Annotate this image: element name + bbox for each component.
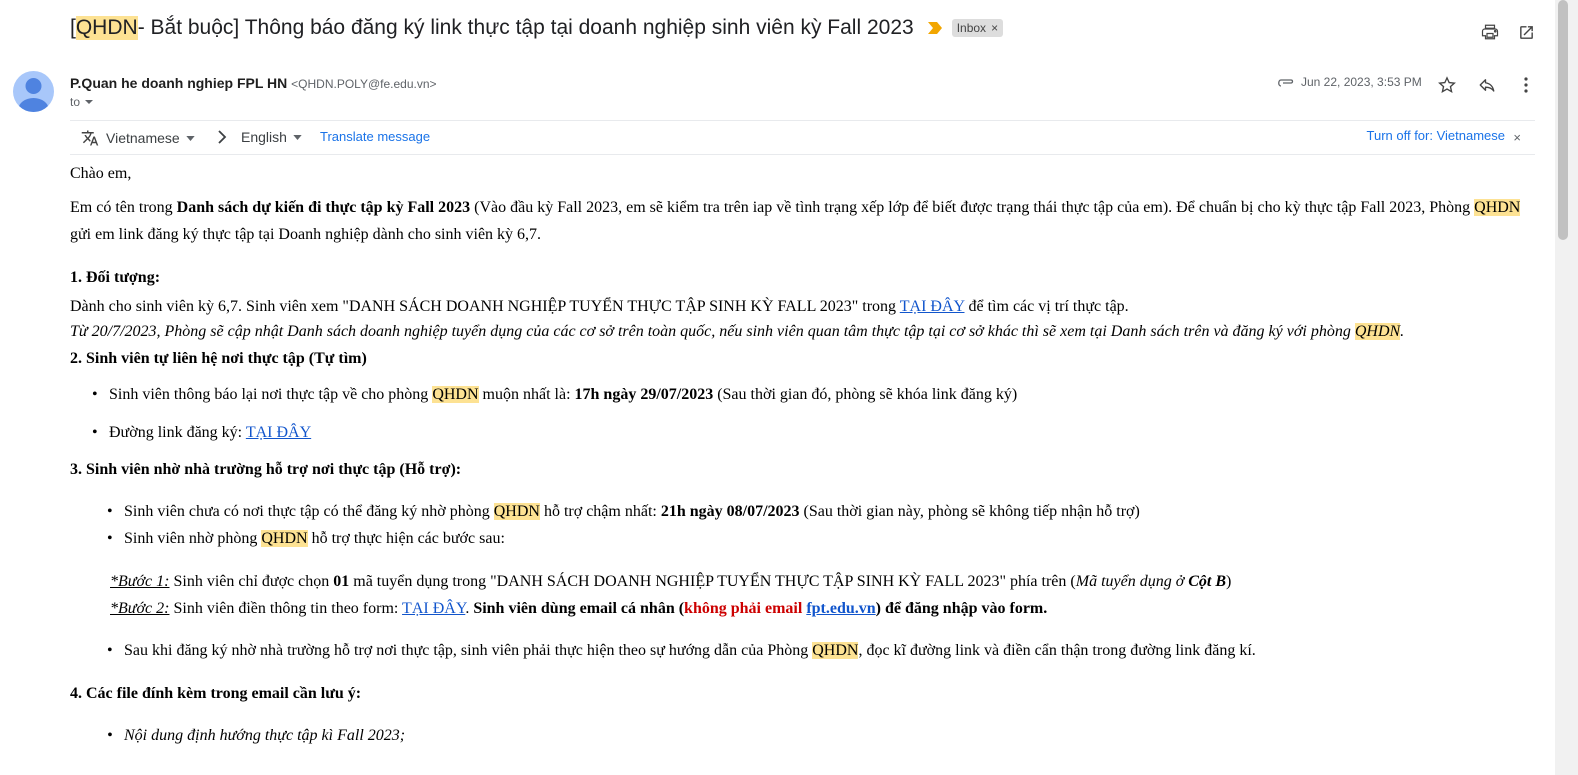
companies-list-link[interactable]: TẠI ĐÂY bbox=[900, 298, 965, 315]
list-item: Sinh viên thông báo lại nơi thực tập về … bbox=[92, 381, 1540, 408]
importance-marker-icon[interactable] bbox=[927, 22, 942, 34]
reply-icon[interactable] bbox=[1476, 74, 1498, 96]
qhdn-highlight: QHDN bbox=[261, 530, 308, 547]
open-in-new-icon[interactable] bbox=[1516, 22, 1536, 42]
text: Đường link đăng ký: bbox=[109, 424, 246, 441]
star-icon[interactable] bbox=[1436, 74, 1458, 96]
print-icon[interactable] bbox=[1480, 22, 1500, 42]
close-translate-bar-button[interactable]: × bbox=[1513, 130, 1521, 145]
target-language-label: English bbox=[241, 129, 287, 145]
text: Sau khi đăng ký nhờ nhà trường hỗ trợ nơ… bbox=[124, 642, 813, 659]
email-body: Chào em, Em có tên trong Danh sách dự ki… bbox=[70, 160, 1540, 749]
list-item: Sinh viên nhờ phòng QHDN hỗ trợ thực hiệ… bbox=[107, 525, 1540, 552]
attachment-icon bbox=[1278, 79, 1294, 87]
chevron-right-icon bbox=[218, 130, 227, 144]
list-item: Sau khi đăng ký nhờ nhà trường hỗ trợ nơ… bbox=[107, 637, 1540, 664]
support-form-link[interactable]: TẠI ĐÂY bbox=[402, 600, 465, 617]
text: , đọc kĩ đường link và điền cẩn thận tro… bbox=[858, 642, 1256, 659]
qhdn-highlight: QHDN bbox=[812, 642, 859, 659]
text: Sinh viên dùng email cá nhân ( bbox=[473, 600, 685, 617]
list-item: Nội dung định hướng thực tập kì Fall 202… bbox=[107, 722, 1540, 749]
qhdn-highlight: QHDN bbox=[493, 503, 540, 520]
email-subject: [QHDN - Bắt buộc] Thông báo đăng ký link… bbox=[70, 16, 1004, 40]
text: hỗ trợ thực hiện các bước sau: bbox=[307, 530, 505, 547]
target-language-select[interactable]: English bbox=[217, 129, 302, 145]
intro-text: (Vào đầu kỳ Fall 2023, em sẽ kiểm tra tr… bbox=[470, 199, 1475, 216]
fpt-domain-link[interactable]: fpt.edu.vn bbox=[806, 600, 875, 617]
deadline-bold: 21h ngày 08/07/2023 bbox=[660, 503, 800, 520]
label-remove-button[interactable]: × bbox=[991, 21, 998, 35]
intro-bold: Danh sách dự kiến đi thực tập kỳ Fall 20… bbox=[176, 199, 471, 216]
text: (Sau thời gian đó, phòng sẽ khóa link đă… bbox=[713, 386, 1018, 403]
text: muộn nhất là: bbox=[478, 386, 575, 403]
section-1-text: Dành cho sinh viên kỳ 6,7. Sinh viên xem… bbox=[70, 293, 1540, 320]
text: Sinh viên chưa có nơi thực tập có thể đă… bbox=[124, 503, 494, 520]
text: (Sau thời gian này, phòng sẽ không tiếp … bbox=[799, 503, 1140, 520]
source-language-select[interactable]: Vietnamese bbox=[80, 129, 195, 147]
intro-text: gửi em link đăng ký thực tập tại Doanh n… bbox=[70, 226, 542, 243]
label-inbox: Inbox × bbox=[951, 19, 1004, 37]
text: 01 bbox=[333, 573, 350, 590]
chevron-down-icon bbox=[85, 100, 94, 104]
section-3-title: 3. Sinh viên nhờ nhà trường hỗ trợ nơi t… bbox=[70, 461, 462, 478]
email-date: Jun 22, 2023, 3:53 PM bbox=[1277, 75, 1422, 89]
text: Sinh viên thông báo lại nơi thực tập về … bbox=[109, 386, 433, 403]
deadline-bold: 17h ngày 29/07/2023 bbox=[574, 386, 714, 403]
section-4-title: 4. Các file đính kèm trong email cần lưu… bbox=[70, 685, 362, 702]
section-2-title: 2. Sinh viên tự liên hệ nơi thực tập (Tự… bbox=[70, 345, 1540, 372]
greeting: Chào em, bbox=[70, 165, 132, 182]
text: ) bbox=[1226, 573, 1232, 590]
turn-off-translation-link[interactable]: Turn off for: Vietnamese bbox=[1367, 128, 1506, 143]
text: mã tuyển dụng trong "DANH SÁCH DOANH NGH… bbox=[349, 573, 1076, 590]
qhdn-highlight: QHDN bbox=[1354, 323, 1401, 340]
recipients-toggle[interactable]: to bbox=[70, 95, 94, 109]
text: để tìm các vị trí thực tập. bbox=[964, 298, 1129, 315]
to-label: to bbox=[70, 95, 81, 109]
subject-highlight: QHDN bbox=[75, 16, 138, 40]
translate-icon bbox=[81, 130, 99, 146]
warning-text: không phải email bbox=[684, 600, 807, 617]
qhdn-highlight: QHDN bbox=[432, 386, 479, 403]
sender-email: <QHDN.POLY@fe.edu.vn> bbox=[291, 77, 437, 91]
step-2: *Bước 2: Sinh viên điền thông tin theo f… bbox=[110, 595, 1540, 622]
chevron-down-icon bbox=[293, 134, 302, 140]
text: hỗ trợ chậm nhất: bbox=[539, 503, 661, 520]
source-language-label: Vietnamese bbox=[106, 130, 180, 146]
text: . bbox=[1400, 323, 1405, 340]
translate-message-link[interactable]: Translate message bbox=[320, 129, 430, 144]
subject-text: - Bắt buộc] Thông báo đăng ký link thực … bbox=[137, 16, 914, 39]
more-options-icon[interactable] bbox=[1515, 74, 1537, 96]
qhdn-highlight: QHDN bbox=[1474, 199, 1521, 216]
step-label: *Bước 1: bbox=[110, 573, 170, 590]
step-label: *Bước 2: bbox=[110, 600, 170, 617]
list-item: Đường link đăng ký: TẠI ĐÂY bbox=[92, 419, 1540, 446]
text: Sinh viên chỉ được chọn bbox=[169, 573, 334, 590]
label-inbox-text: Inbox bbox=[956, 21, 987, 35]
sender-info: P.Quan he doanh nghiep FPL HN <QHDN.POLY… bbox=[70, 75, 437, 91]
text: Dành cho sinh viên kỳ 6,7. Sinh viên xem… bbox=[70, 298, 900, 315]
section-1-title: 1. Đối tượng: bbox=[70, 269, 161, 286]
section-title: . Sinh viên tự liên hệ nơi thực tập (Tự … bbox=[78, 350, 367, 367]
self-found-register-link[interactable]: TẠI ĐÂY bbox=[246, 424, 311, 441]
scrollbar-thumb[interactable] bbox=[1558, 0, 1568, 240]
default-avatar-icon bbox=[18, 78, 49, 112]
text: Sinh viên điền thông tin theo form: bbox=[169, 600, 403, 617]
text: Từ 20/7/2023, Phòng sẽ cập nhật Danh sác… bbox=[70, 323, 1355, 340]
list-item: Sinh viên chưa có nơi thực tập có thể đă… bbox=[107, 498, 1540, 525]
section-number: 2 bbox=[70, 350, 78, 367]
text: Cột B bbox=[1188, 573, 1227, 590]
date-text: Jun 22, 2023, 3:53 PM bbox=[1301, 75, 1422, 89]
intro-paragraph: Em có tên trong Danh sách dự kiến đi thự… bbox=[70, 194, 1540, 248]
translate-bar: Vietnamese English Translate message Tur… bbox=[70, 120, 1535, 155]
intro-text: Em có tên trong bbox=[70, 199, 177, 216]
text: Sinh viên nhờ phòng bbox=[124, 530, 262, 547]
sender-avatar[interactable] bbox=[13, 71, 54, 112]
sender-name[interactable]: P.Quan he doanh nghiep FPL HN bbox=[70, 75, 287, 91]
chevron-down-icon bbox=[186, 135, 195, 141]
step-1: *Bước 1: Sinh viên chỉ được chọn 01 mã t… bbox=[110, 568, 1540, 595]
section-1-note: Từ 20/7/2023, Phòng sẽ cập nhật Danh sác… bbox=[70, 323, 1540, 340]
text: Mã tuyển dụng ở bbox=[1075, 573, 1189, 590]
text: ) để đăng nhập vào form. bbox=[875, 600, 1048, 617]
